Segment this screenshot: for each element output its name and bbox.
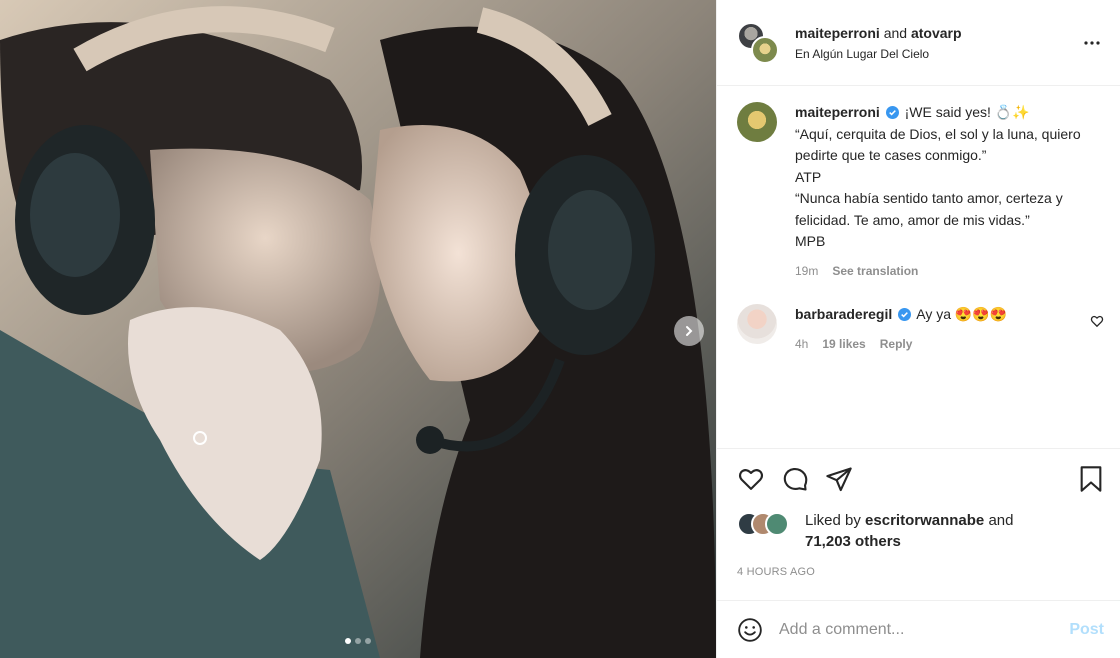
username-link[interactable]: maiteperroni	[795, 104, 880, 120]
comments-section: maiteperroni ¡WE said yes! 💍✨ “Aquí, cer…	[717, 86, 1120, 448]
post-comment-button[interactable]: Post	[1069, 621, 1104, 639]
add-comment-bar: Post	[717, 600, 1120, 658]
carousel-dot	[365, 638, 371, 644]
like-button[interactable]	[737, 465, 765, 493]
caption-line: MPB	[795, 233, 826, 249]
post-timestamp[interactable]: 4 HOURS AGO	[717, 562, 1120, 600]
avatar[interactable]	[737, 304, 777, 344]
header-text: maiteperroni and atovarp En Algún Lugar …	[795, 25, 1080, 61]
share-button[interactable]	[825, 465, 853, 493]
like-comment-heart-icon[interactable]	[1090, 314, 1104, 328]
location-link[interactable]: En Algún Lugar Del Cielo	[795, 47, 1080, 61]
joiner-text: and	[883, 24, 908, 41]
save-button[interactable]	[1078, 465, 1104, 493]
avatar[interactable]	[737, 102, 777, 142]
likes-summary: Liked by escritorwannabe and 71,203 othe…	[717, 508, 1120, 562]
comment-likes[interactable]: 19 likes	[822, 334, 865, 356]
carousel-dot	[355, 638, 361, 644]
post-header: maiteperroni and atovarp En Algún Lugar …	[717, 0, 1120, 86]
instagram-post: maiteperroni and atovarp En Algún Lugar …	[0, 0, 1120, 658]
caption-line: ATP	[795, 168, 822, 185]
comment-button[interactable]	[781, 465, 809, 493]
caption-body: maiteperroni ¡WE said yes! 💍✨ “Aquí, cer…	[795, 102, 1104, 282]
caption-line: “Aquí, cerquita de Dios, el sol y la lun…	[795, 125, 1085, 164]
comment-item: barbaraderegil Ay ya 😍😍😍 4h 19 likes Rep…	[737, 304, 1104, 355]
comment-input[interactable]	[779, 620, 1070, 639]
emoji-button[interactable]	[737, 617, 763, 643]
comment-meta: 4h 19 likes Reply	[795, 334, 1104, 356]
see-translation-button[interactable]: See translation	[832, 261, 918, 283]
carousel-next-button[interactable]	[674, 316, 704, 346]
more-horizontal-icon	[1084, 40, 1100, 45]
smiley-icon	[738, 617, 762, 642]
carousel-indicator	[0, 638, 716, 644]
likes-joiner: and	[988, 512, 1014, 529]
username-link[interactable]: barbaraderegil	[795, 306, 892, 322]
chevron-right-icon	[686, 326, 693, 336]
liked-by-prefix: Liked by	[805, 512, 861, 529]
verified-badge-icon	[885, 106, 899, 119]
caption-line: “Nunca había sentido tanto amor, certeza…	[795, 190, 1067, 228]
carousel-dot	[345, 638, 351, 644]
username-link[interactable]: atovarp	[911, 25, 962, 41]
bookmark-icon	[1080, 465, 1102, 492]
caption-text: ¡WE said yes! 💍✨	[904, 104, 1030, 120]
action-bar	[717, 448, 1120, 508]
comment-body: barbaraderegil Ay ya 😍😍😍 4h 19 likes Rep…	[795, 304, 1104, 355]
couple-photo	[0, 0, 716, 658]
caption: maiteperroni ¡WE said yes! 💍✨ “Aquí, cer…	[737, 102, 1104, 282]
liker-username-link[interactable]: escritorwannabe	[865, 512, 984, 529]
caption-time[interactable]: 19m	[795, 261, 818, 283]
comment-text: Ay ya 😍😍😍	[916, 306, 1008, 322]
avatar	[751, 35, 779, 64]
likes-count-link[interactable]: 71,203 others	[805, 533, 901, 550]
likes-text: Liked by escritorwannabe and 71,203 othe…	[805, 510, 1013, 552]
verified-badge-icon	[898, 308, 912, 321]
next-comment-preview	[737, 381, 1104, 393]
more-options-button[interactable]	[1080, 31, 1104, 55]
reply-button[interactable]: Reply	[880, 334, 913, 356]
header-names: maiteperroni and atovarp	[795, 25, 1080, 41]
paper-plane-icon	[826, 466, 852, 491]
avatar	[765, 512, 789, 536]
username-link[interactable]: maiteperroni	[795, 25, 880, 41]
comment-time[interactable]: 4h	[795, 334, 808, 356]
post-sidebar: maiteperroni and atovarp En Algún Lugar …	[716, 0, 1120, 658]
comment-bubble-icon	[783, 467, 808, 491]
heart-icon	[738, 468, 764, 490]
post-photo[interactable]	[0, 0, 716, 658]
liker-avatars	[737, 512, 793, 538]
collab-avatars[interactable]	[737, 21, 779, 64]
caption-meta: 19m See translation	[795, 261, 1104, 283]
